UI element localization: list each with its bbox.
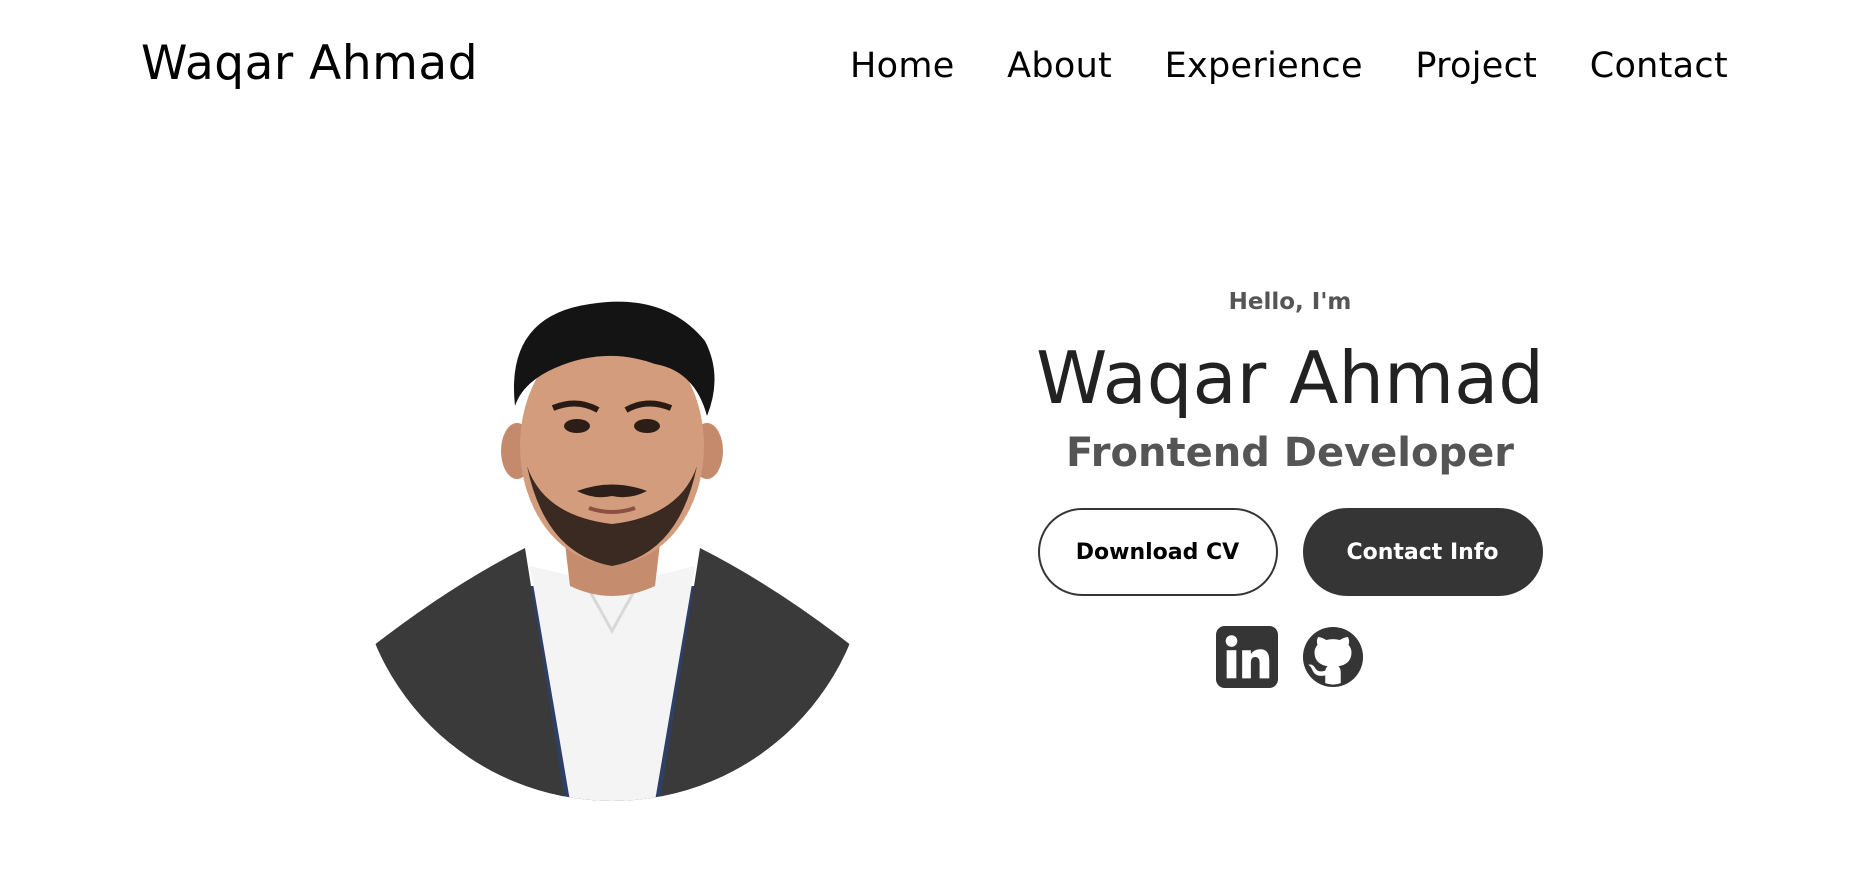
profile-portrait-illustration <box>355 286 870 801</box>
nav-links: Home About Experience Project Contact <box>850 46 1728 86</box>
nav-item-home: Home <box>850 46 955 86</box>
hero-role: Frontend Developer <box>1066 430 1514 476</box>
nav-link-contact[interactable]: Contact <box>1590 46 1728 86</box>
profile-photo <box>355 286 870 801</box>
nav-item-experience: Experience <box>1165 46 1363 86</box>
nav-link-experience[interactable]: Experience <box>1165 46 1363 86</box>
github-icon[interactable] <box>1302 626 1364 688</box>
site-logo[interactable]: Waqar Ahmad <box>141 36 478 91</box>
social-links <box>980 626 1600 688</box>
nav-item-contact: Contact <box>1590 46 1728 86</box>
hero-buttons: Download CV Contact Info <box>980 508 1600 596</box>
nav-item-about: About <box>1007 46 1112 86</box>
greeting-text: Hello, I'm <box>1228 289 1352 315</box>
download-cv-button[interactable]: Download CV <box>1037 508 1278 596</box>
hero-name: Waqar Ahmad <box>1036 336 1544 420</box>
nav-link-project[interactable]: Project <box>1415 46 1537 86</box>
contact-info-button[interactable]: Contact Info <box>1302 508 1543 596</box>
nav-link-home[interactable]: Home <box>850 46 955 86</box>
nav-link-about[interactable]: About <box>1007 46 1112 86</box>
navbar: Waqar Ahmad Home About Experience Projec… <box>0 0 1864 140</box>
linkedin-icon[interactable] <box>1216 626 1278 688</box>
nav-item-project: Project <box>1415 46 1537 86</box>
hero-text: Hello, I'm Waqar Ahmad Frontend Develope… <box>980 282 1600 688</box>
